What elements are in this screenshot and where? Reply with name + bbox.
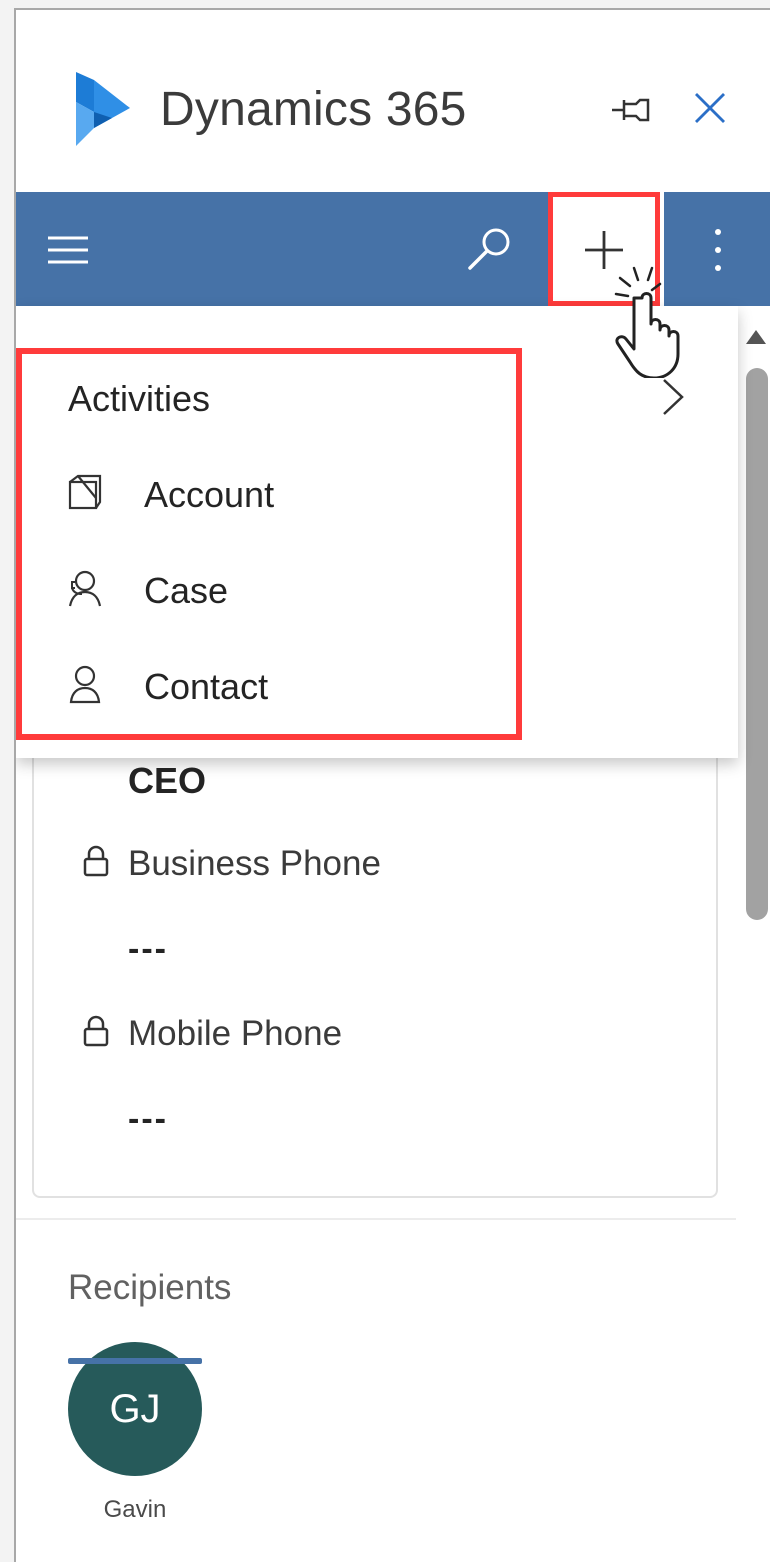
chevron-right-icon <box>663 379 684 415</box>
business-phone-value[interactable]: --- <box>128 930 168 969</box>
dynamics-logo-icon <box>76 72 130 146</box>
app-title: Dynamics 365 <box>160 83 467 136</box>
pin-icon[interactable] <box>610 92 654 128</box>
selected-recipient-indicator <box>68 1358 202 1364</box>
hamburger-icon[interactable] <box>44 228 96 272</box>
close-icon[interactable] <box>692 90 728 126</box>
hand-pointer-icon <box>614 266 680 378</box>
recipient-name[interactable]: Gavin <box>68 1496 202 1524</box>
lock-icon <box>83 845 109 877</box>
mobile-phone-value[interactable]: --- <box>128 1100 168 1139</box>
scrollbar-thumb[interactable] <box>746 368 768 920</box>
dynamics-side-pane: Dynamics 365 CEO Business Phone --- Mobi… <box>14 8 770 1562</box>
business-phone-label: Business Phone <box>128 844 381 883</box>
recipients-section: Recipients GJ Gavin <box>16 1218 736 1562</box>
lock-icon <box>83 1015 109 1047</box>
scroll-up-arrow-icon[interactable] <box>744 328 768 348</box>
title-bar: Dynamics 365 <box>16 10 770 192</box>
job-title: CEO <box>128 760 207 801</box>
recipients-label: Recipients <box>68 1268 232 1307</box>
search-icon[interactable] <box>464 226 516 274</box>
highlight-box <box>16 348 522 740</box>
mobile-phone-label: Mobile Phone <box>128 1014 343 1053</box>
